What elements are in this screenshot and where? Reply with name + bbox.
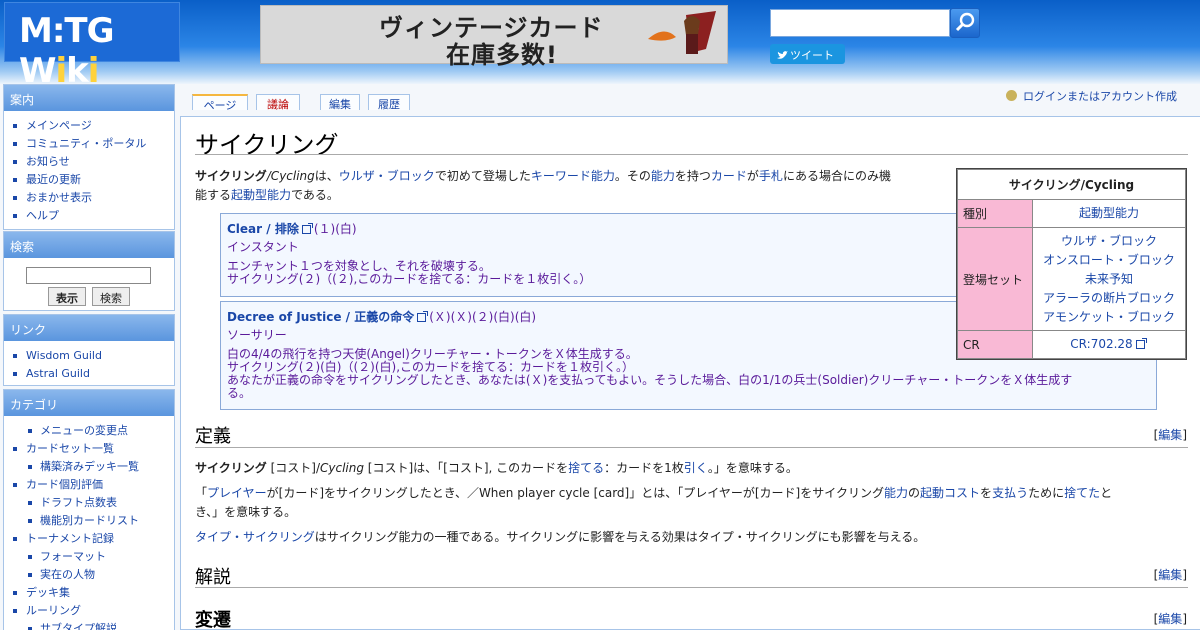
sidebar-search-title: 検索 bbox=[4, 232, 174, 258]
login-link[interactable]: ログインまたはアカウント作成 bbox=[1006, 88, 1177, 104]
sidebar-category-item[interactable]: 実在の人物 bbox=[12, 566, 174, 584]
banner-line2: 在庫多数! bbox=[446, 41, 558, 69]
edit-section-link: [編集] bbox=[1153, 612, 1187, 626]
site-search-input[interactable] bbox=[770, 9, 950, 37]
infobox-cr-link[interactable]: CR:702.28 bbox=[1032, 330, 1186, 359]
link-urza-block[interactable]: ウルザ・ブロック bbox=[339, 169, 435, 183]
link-draw[interactable]: 引く bbox=[684, 461, 708, 475]
infobox-set-link[interactable]: オンスロート・ブロック bbox=[1033, 251, 1185, 270]
external-link-icon bbox=[1135, 338, 1147, 349]
ad-banner[interactable]: ヴィンテージカード 在庫多数! bbox=[260, 5, 728, 69]
edit-section-link: [編集] bbox=[1153, 428, 1187, 442]
intro-paragraph: サイクリング/Cyclingは、ウルザ・ブロックで初めて登場したキーワード能力。… bbox=[195, 169, 891, 202]
infobox: サイクリング/Cycling 種別 起動型能力 登場セット ウルザ・ブロック オン… bbox=[956, 168, 1187, 360]
card-name-decree-of-justice[interactable]: Decree of Justice / 正義の命令 bbox=[227, 310, 414, 324]
infobox-set-link[interactable]: アラーラの断片ブロック bbox=[1033, 289, 1185, 308]
sidebar-category-item[interactable]: 機能別カードリスト bbox=[12, 512, 174, 530]
search-button[interactable] bbox=[950, 8, 980, 38]
infobox-cr-label: CR bbox=[957, 330, 1033, 359]
sidebar-search-button[interactable]: 検索 bbox=[92, 287, 130, 306]
section-divider bbox=[195, 587, 1188, 588]
link-discard[interactable]: 捨てる bbox=[568, 461, 604, 475]
sidebar-item-community[interactable]: コミュニティ・ポータル bbox=[12, 135, 174, 153]
banner-character-image bbox=[648, 11, 716, 54]
link-typecycling[interactable]: タイプ・サイクリング bbox=[195, 530, 315, 544]
site-logo[interactable]: M:TG Wiki bbox=[4, 2, 180, 91]
tab-page[interactable]: ページ bbox=[192, 94, 248, 112]
sidebar-search-input[interactable] bbox=[26, 267, 151, 284]
sidebar-go-button[interactable]: 表示 bbox=[48, 287, 86, 306]
sidebar-item-random[interactable]: おまかせ表示 bbox=[12, 189, 174, 207]
definition-paragraph-1: サイクリング [コスト]/Cycling [コスト]は、「[コスト], このカー… bbox=[195, 461, 798, 475]
infobox-set-link[interactable]: 未来予知 bbox=[1033, 270, 1185, 289]
section-divider bbox=[195, 447, 1188, 448]
card-text-line: る。 bbox=[227, 386, 252, 400]
sidebar-search: 検索 表示 検索 bbox=[3, 231, 175, 311]
link-discarded[interactable]: 捨てた bbox=[1064, 486, 1100, 500]
sidebar-guide: 案内 メインページ コミュニティ・ポータル お知らせ 最近の更新 おまかせ表示 … bbox=[3, 84, 175, 230]
sidebar-item-news[interactable]: お知らせ bbox=[12, 153, 174, 171]
title-divider bbox=[195, 154, 1188, 155]
sidebar-category-item[interactable]: フォーマット bbox=[12, 548, 174, 566]
sidebar-category-item[interactable]: ドラフト点数表 bbox=[12, 494, 174, 512]
tab-edit[interactable]: 編集 bbox=[320, 94, 360, 111]
infobox-sets-list: ウルザ・ブロック オンスロート・ブロック 未来予知 アラーラの断片ブロック アモ… bbox=[1032, 227, 1186, 331]
sidebar-category-title: カテゴリ bbox=[4, 390, 174, 416]
section-heading-definition: 定義 bbox=[195, 426, 231, 447]
site-header: M:TG Wiki ヴィンテージカード 在庫多数! ツイート bbox=[0, 0, 1200, 91]
sidebar-guide-title: 案内 bbox=[4, 85, 174, 111]
infobox-type-value[interactable]: 起動型能力 bbox=[1032, 199, 1186, 228]
section-heading-explanation: 解説 bbox=[195, 567, 231, 588]
external-link-icon bbox=[301, 223, 313, 234]
sidebar-category-item[interactable]: ルーリング bbox=[12, 602, 174, 620]
section-heading-history: 変遷 bbox=[195, 610, 231, 630]
link-keyword-ability[interactable]: キーワード能力 bbox=[531, 169, 615, 183]
link-activated-ability[interactable]: 起動型能力 bbox=[231, 188, 291, 202]
link-ability[interactable]: 能力 bbox=[651, 169, 675, 183]
link-activation-cost[interactable]: 起動コスト bbox=[920, 486, 980, 500]
sidebar-item-astral-guild[interactable]: Astral Guild bbox=[12, 365, 174, 383]
sidebar-item-main-page[interactable]: メインページ bbox=[12, 117, 174, 135]
infobox-set-link[interactable]: アモンケット・ブロック bbox=[1033, 308, 1185, 327]
sidebar-category-item[interactable]: トーナメント記録 bbox=[12, 530, 174, 548]
external-link-icon bbox=[417, 311, 429, 322]
link-ability[interactable]: 能力 bbox=[884, 486, 908, 500]
definition-paragraph-3: タイプ・サイクリングはサイクリング能力の一種である。サイクリングに影響を与える効… bbox=[195, 530, 926, 544]
sidebar-item-help[interactable]: ヘルプ bbox=[12, 207, 174, 225]
sidebar-links-title: リンク bbox=[4, 315, 174, 341]
sidebar-item-wisdom-guild[interactable]: Wisdom Guild bbox=[12, 347, 174, 365]
card-text-line: あなたが正義の命令をサイクリングしたとき、あなたは(Ｘ)を支払ってもよい。そうし… bbox=[227, 373, 1073, 387]
tab-talk[interactable]: 議論 bbox=[256, 94, 300, 111]
tweet-button[interactable]: ツイート bbox=[770, 44, 845, 64]
search-icon bbox=[955, 12, 975, 32]
twitter-bird-icon bbox=[777, 51, 788, 59]
sidebar-item-recent-changes[interactable]: 最近の更新 bbox=[12, 171, 174, 189]
infobox-sets-label: 登場セット bbox=[957, 227, 1033, 331]
sidebar-category-item[interactable]: サブタイプ解説 bbox=[12, 620, 174, 630]
sidebar-category-item[interactable]: カード個別評価 bbox=[12, 476, 174, 494]
card-name-clear[interactable]: Clear / 排除 bbox=[227, 222, 299, 236]
link-player[interactable]: プレイヤー bbox=[207, 486, 267, 500]
sidebar-links: リンク Wisdom Guild Astral Guild bbox=[3, 314, 175, 386]
sidebar-category-item[interactable]: デッキ集 bbox=[12, 584, 174, 602]
sidebar-category-item[interactable]: カードセット一覧 bbox=[12, 440, 174, 458]
edit-section-link: [編集] bbox=[1153, 568, 1187, 582]
sidebar-category-item[interactable]: メニューの変更点 bbox=[12, 422, 174, 440]
tab-history[interactable]: 履歴 bbox=[368, 94, 410, 111]
sidebar-category: カテゴリ メニューの変更点 カードセット一覧 構築済みデッキ一覧 カード個別評価 ドラフ… bbox=[3, 389, 175, 630]
user-icon bbox=[1006, 90, 1017, 101]
definition-paragraph-2: 「プレイヤーが[カード]をサイクリングしたとき、／When player cyc… bbox=[195, 486, 1113, 519]
infobox-set-link[interactable]: ウルザ・ブロック bbox=[1033, 232, 1185, 251]
infobox-type-label: 種別 bbox=[957, 199, 1033, 228]
infobox-caption: サイクリング/Cycling bbox=[957, 169, 1186, 200]
link-hand[interactable]: 手札 bbox=[759, 169, 783, 183]
link-card[interactable]: カード bbox=[711, 169, 747, 183]
sidebar-category-item[interactable]: 構築済みデッキ一覧 bbox=[12, 458, 174, 476]
link-pay[interactable]: 支払う bbox=[992, 486, 1028, 500]
